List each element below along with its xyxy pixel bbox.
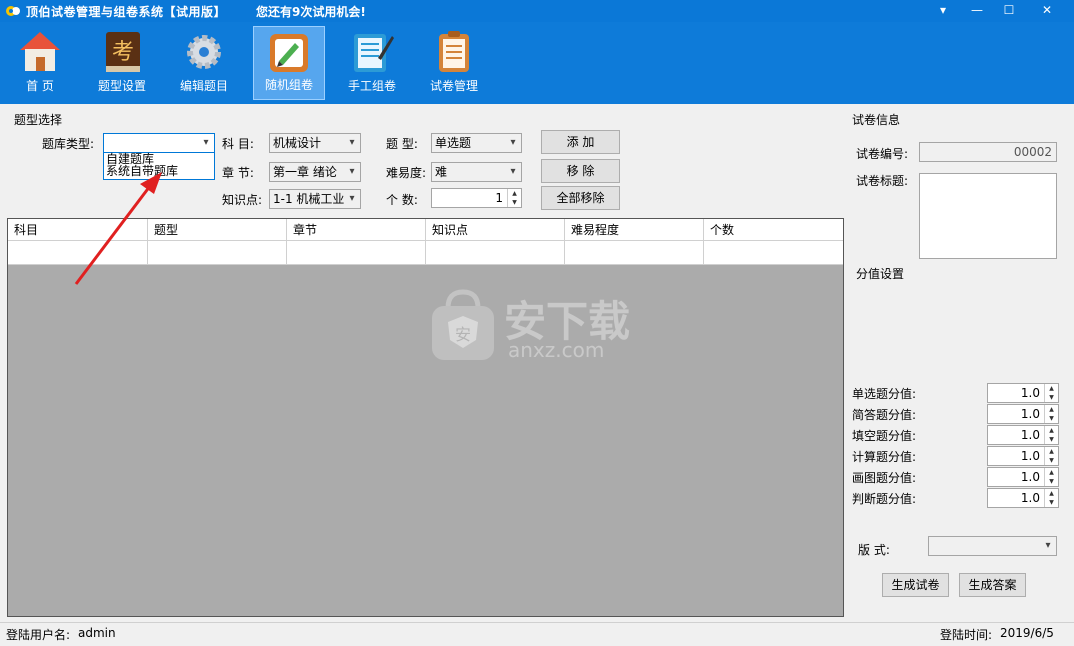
difficulty-select[interactable]: 难 ▾ (431, 162, 522, 182)
title-bar: 顶伯试卷管理与组卷系统【试用版】 您还有9次试用机会! ▾ — ☐ ✕ (0, 0, 1074, 22)
score-label-fill-blank: 填空题分值: (852, 429, 917, 443)
question-type-group-title: 题型选择 (14, 113, 63, 127)
qtype-label: 题 型: (386, 137, 418, 151)
table-cell[interactable] (426, 241, 565, 264)
bank-type-select[interactable]: ▾ (103, 133, 215, 153)
table-cell[interactable] (704, 241, 843, 264)
paper-title-input[interactable] (919, 173, 1057, 259)
score-spinner-calculation[interactable]: 1.0 ▲ ▼ (987, 446, 1059, 466)
table-cell[interactable] (565, 241, 704, 264)
table-cell[interactable] (287, 241, 426, 264)
generate-paper-button[interactable]: 生成试卷 (882, 573, 949, 597)
toolbar-random-paper[interactable]: 随机组卷 (253, 26, 325, 100)
add-button[interactable]: 添 加 (541, 130, 620, 154)
paper-title-label: 试卷标题: (856, 174, 909, 188)
remove-all-button[interactable]: 全部移除 (541, 186, 620, 210)
score-group-title: 分值设置 (856, 267, 905, 281)
toolbar-home[interactable]: 首 页 (4, 26, 76, 100)
gear-icon (187, 35, 221, 69)
menu-dropdown-button[interactable]: ▾ (928, 0, 958, 20)
score-spinner-drawing[interactable]: 1.0 ▲ ▼ (987, 467, 1059, 487)
close-button[interactable]: ✕ (1032, 0, 1062, 20)
subject-select[interactable]: 机械设计 ▾ (269, 133, 361, 153)
count-spinner[interactable]: 1 ▲ ▼ (431, 188, 522, 208)
score-label-calculation: 计算题分值: (852, 450, 917, 464)
score-spinner-short-answer[interactable]: 1.0 ▲ ▼ (987, 404, 1059, 424)
score-label-judgement: 判断题分值: (852, 492, 917, 506)
app-logo-icon (6, 6, 20, 16)
main-toolbar: 首 页 考 题型设置 编辑题目 随机组卷 手工组卷 试卷管理 (0, 22, 1074, 104)
notebook-pen-icon (354, 34, 394, 72)
chevron-down-icon: ▾ (349, 137, 355, 148)
paper-number-label: 试卷编号: (856, 147, 909, 161)
score-label-drawing: 画图题分值: (852, 471, 917, 485)
format-label: 版 式: (858, 543, 890, 557)
window-title: 顶伯试卷管理与组卷系统【试用版】 (26, 5, 227, 19)
shield-bag-icon: 安 (432, 289, 494, 360)
knowledge-select[interactable]: 1-1 机械工业 ▾ (269, 189, 361, 209)
chevron-down-icon: ▾ (1045, 540, 1051, 551)
qtype-select[interactable]: 单选题 ▾ (431, 133, 522, 153)
score-label-single: 单选题分值: (852, 387, 917, 401)
watermark-sub: anxz.com (508, 338, 605, 362)
toolbar-question-type[interactable]: 考 题型设置 (86, 26, 158, 100)
clipboard-icon (439, 31, 469, 72)
status-bar: 登陆用户名: admin 登陆时间: 2019/6/5 (0, 622, 1074, 646)
format-select[interactable]: ▾ (928, 536, 1057, 556)
toolbar-manual-paper[interactable]: 手工组卷 (336, 26, 408, 100)
bank-type-label: 题库类型: (42, 137, 95, 151)
column-header[interactable]: 难易程度 (565, 219, 704, 240)
watermark: 安 安下载 anxz.com (428, 286, 648, 366)
login-time-value: 2019/6/5 (1000, 626, 1054, 640)
toolbar-edit-questions[interactable]: 编辑题目 (168, 26, 240, 100)
score-spinner-fill-blank[interactable]: 1.0 ▲ ▼ (987, 425, 1059, 445)
score-spinner-judgement[interactable]: 1.0 ▲ ▼ (987, 488, 1059, 508)
difficulty-label: 难易度: (386, 166, 427, 180)
column-header[interactable]: 知识点 (426, 219, 565, 240)
count-label: 个 数: (386, 193, 418, 207)
chevron-down-icon: ▾ (349, 193, 355, 204)
score-label-short-answer: 简答题分值: (852, 408, 917, 422)
score-spinner-single[interactable]: 1.0 ▲ ▼ (987, 383, 1059, 403)
spin-arrows-icon[interactable]: ▲ ▼ (1044, 384, 1058, 402)
user-label: 登陆用户名: (6, 628, 71, 642)
chevron-down-icon: ▾ (510, 166, 516, 177)
chevron-down-icon: ▾ (349, 166, 355, 177)
home-icon (20, 32, 60, 71)
annotation-arrow-icon (74, 172, 162, 285)
knowledge-label: 知识点: (222, 193, 263, 207)
spin-arrows-icon[interactable]: ▲ ▼ (1044, 405, 1058, 423)
draw-board-icon (270, 34, 308, 72)
svg-text:安: 安 (455, 325, 471, 344)
remove-button[interactable]: 移 除 (541, 159, 620, 183)
svg-text:考: 考 (112, 40, 134, 65)
spin-arrows-icon[interactable]: ▲ ▼ (507, 189, 521, 207)
maximize-button[interactable]: ☐ (994, 0, 1024, 20)
toolbar-paper-management[interactable]: 试卷管理 (418, 26, 490, 100)
paper-info-group-title: 试卷信息 (852, 113, 901, 127)
trial-notice: 您还有9次试用机会! (256, 5, 366, 19)
chevron-down-icon: ▾ (203, 137, 209, 148)
chevron-down-icon: ▾ (510, 137, 516, 148)
spin-arrows-icon[interactable]: ▲ ▼ (1044, 426, 1058, 444)
user-value: admin (78, 626, 116, 640)
login-time-label: 登陆时间: (940, 628, 993, 642)
chapter-label: 章 节: (222, 166, 254, 180)
subject-label: 科 目: (222, 137, 254, 151)
minimize-button[interactable]: — (962, 0, 992, 20)
chapter-select[interactable]: 第一章 绪论 ▾ (269, 162, 361, 182)
paper-number-field: 00002 (919, 142, 1057, 162)
column-header[interactable]: 个数 (704, 219, 843, 240)
exam-book-icon: 考 (106, 32, 140, 72)
column-header[interactable]: 章节 (287, 219, 426, 240)
spin-arrows-icon[interactable]: ▲ ▼ (1044, 447, 1058, 465)
spin-arrows-icon[interactable]: ▲ ▼ (1044, 468, 1058, 486)
generate-answer-button[interactable]: 生成答案 (959, 573, 1026, 597)
spin-arrows-icon[interactable]: ▲ ▼ (1044, 489, 1058, 507)
